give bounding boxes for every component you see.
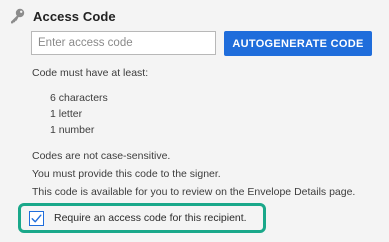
note-case-sensitivity: Codes are not case-sensitive. — [32, 150, 171, 162]
checkmark-icon — [31, 214, 42, 222]
note-provide-code: You must provide this code to the signer… — [32, 168, 221, 180]
requirement-item: 1 number — [50, 124, 95, 136]
require-access-code-option[interactable]: Require an access code for this recipien… — [29, 208, 247, 228]
access-code-panel: Access Code AUTOGENERATE CODE Code must … — [0, 0, 389, 242]
section-title: Access Code — [33, 8, 116, 24]
requirements-label: Code must have at least: — [32, 67, 149, 79]
key-icon — [8, 7, 26, 25]
requirement-item: 1 letter — [50, 108, 83, 120]
section-header: Access Code — [8, 6, 116, 26]
note-review-availability: This code is available for you to review… — [32, 186, 356, 198]
require-access-code-checkbox[interactable] — [29, 210, 44, 226]
autogenerate-code-button[interactable]: AUTOGENERATE CODE — [224, 31, 372, 56]
require-access-code-label: Require an access code for this recipien… — [54, 212, 247, 224]
requirement-item: 6 characters — [50, 92, 108, 104]
access-code-input[interactable] — [31, 31, 216, 55]
